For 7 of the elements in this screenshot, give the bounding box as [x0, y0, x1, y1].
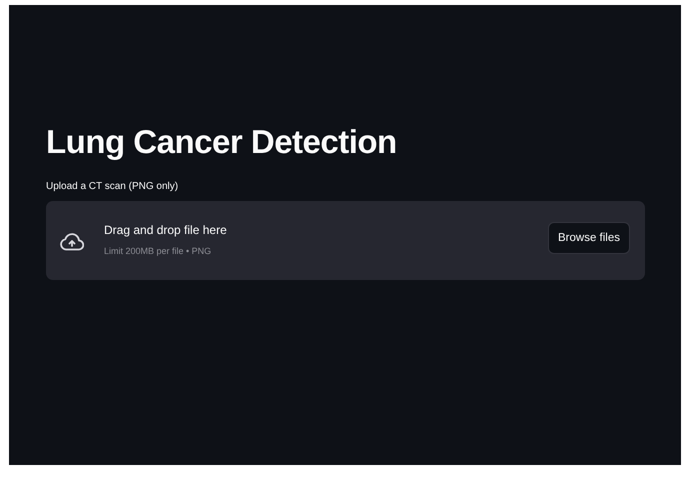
- browse-files-button[interactable]: Browse files: [548, 222, 630, 254]
- page-title: Lung Cancer Detection: [46, 122, 398, 162]
- uploader-label: Upload a CT scan (PNG only): [46, 181, 180, 192]
- dropzone[interactable]: Drag and drop file here Limit 200MB per file • PNG Browse files: [46, 201, 645, 280]
- cloud-upload-icon: [60, 232, 84, 250]
- dropzone-instruction: Drag and drop file here: [104, 223, 228, 237]
- file-limit-note: Limit 200MB per file • PNG: [104, 246, 212, 256]
